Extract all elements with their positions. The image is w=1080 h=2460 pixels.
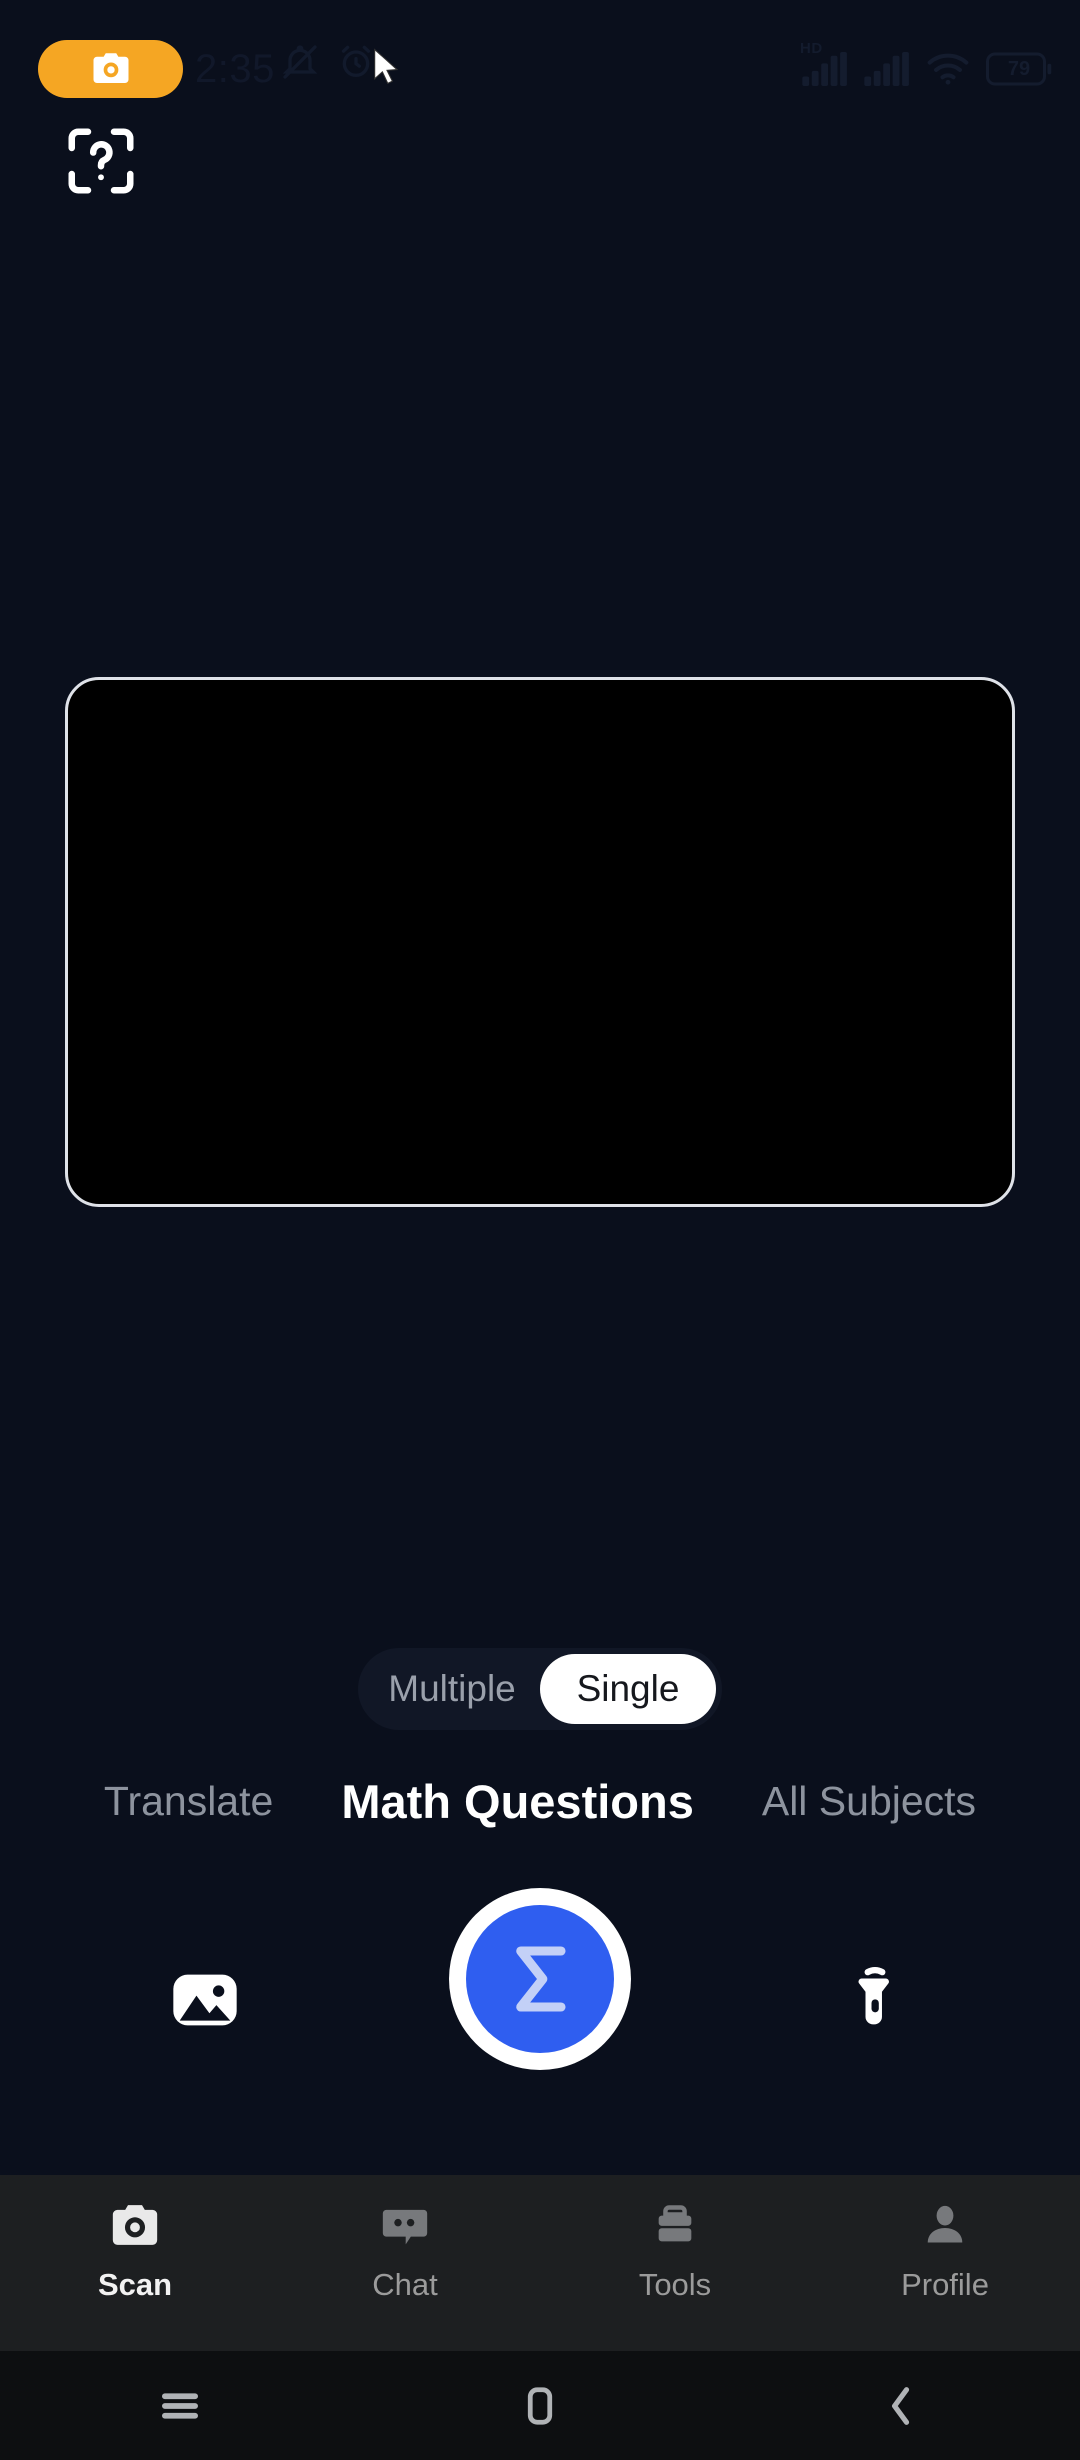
- camera-viewfinder-frame[interactable]: [65, 677, 1015, 1207]
- battery-indicator: 79: [986, 52, 1052, 86]
- flashlight-button[interactable]: [815, 1940, 935, 2060]
- sigma-icon: [498, 1937, 582, 2021]
- chevron-left-icon: [874, 2380, 926, 2432]
- menu-lines-icon: [154, 2380, 206, 2432]
- subject-mode-selector: Translate Math Questions All Subjects: [0, 1758, 1080, 1844]
- scan-question-icon: [62, 122, 140, 200]
- recents-button[interactable]: [0, 2380, 360, 2432]
- bottom-navigation: Scan Chat Tools Profile: [0, 2175, 1080, 2351]
- mode-math-questions[interactable]: Math Questions: [341, 1774, 694, 1829]
- mouse-cursor-icon: [370, 48, 404, 93]
- shutter-inner-circle: [466, 1905, 614, 2053]
- camera-active-badge: [38, 40, 183, 98]
- wifi-icon: [926, 52, 970, 86]
- toggle-option-single[interactable]: Single: [540, 1654, 716, 1724]
- bell-off-icon: [280, 42, 320, 82]
- mode-all-subjects[interactable]: All Subjects: [762, 1778, 976, 1825]
- nav-label-tools: Tools: [638, 2267, 712, 2302]
- nav-item-profile[interactable]: Profile: [810, 2175, 1080, 2303]
- nav-label-profile: Profile: [901, 2267, 989, 2302]
- mode-translate[interactable]: Translate: [104, 1778, 273, 1825]
- person-icon: [917, 2197, 973, 2253]
- toolbox-icon: [647, 2197, 703, 2253]
- cellular-signal-icon: HD: [800, 40, 848, 86]
- shutter-button[interactable]: [449, 1888, 631, 2070]
- camera-icon: [107, 2197, 163, 2253]
- nav-label-scan: Scan: [97, 2267, 173, 2302]
- status-system-icons: HD 79: [800, 40, 1052, 98]
- hd-label: HD: [800, 40, 823, 57]
- chat-bubble-icon: [377, 2197, 433, 2253]
- capture-controls: [0, 1880, 1080, 2120]
- gallery-button[interactable]: [145, 1940, 265, 2060]
- status-bar: 2:35 HD 79: [0, 0, 1080, 110]
- app-screen: 2:35 HD 79 Multiple Single Translate Mat…: [0, 0, 1080, 2460]
- flashlight-icon: [837, 1962, 913, 2038]
- status-notification-icons: [280, 42, 376, 82]
- status-time: 2:35: [195, 47, 275, 91]
- nav-label-chat: Chat: [372, 2267, 438, 2302]
- nav-item-chat[interactable]: Chat: [270, 2175, 540, 2303]
- capture-mode-toggle: Multiple Single: [358, 1648, 722, 1730]
- home-rect-icon: [514, 2380, 566, 2432]
- scan-help-button[interactable]: [62, 122, 140, 200]
- cellular-signal-2-icon: [864, 52, 910, 86]
- back-button[interactable]: [720, 2380, 1080, 2432]
- nav-item-scan[interactable]: Scan: [0, 2175, 270, 2303]
- battery-level-text: 79: [1007, 57, 1031, 80]
- camera-icon: [90, 48, 132, 90]
- system-navigation-bar: [0, 2351, 1080, 2460]
- home-button[interactable]: [360, 2380, 720, 2432]
- gallery-image-icon: [167, 1962, 243, 2038]
- nav-item-tools[interactable]: Tools: [540, 2175, 810, 2303]
- toggle-option-multiple[interactable]: Multiple: [364, 1654, 540, 1724]
